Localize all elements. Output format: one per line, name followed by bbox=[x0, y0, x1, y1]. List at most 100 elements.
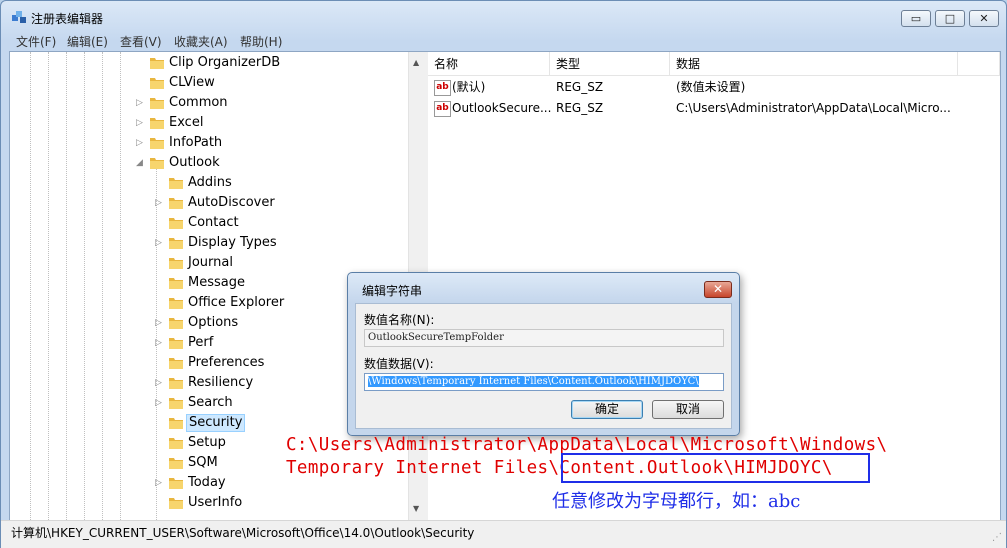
tree-node-label: Excel bbox=[169, 115, 204, 130]
tree-node-label: Addins bbox=[188, 175, 232, 190]
cancel-button[interactable]: 取消 bbox=[652, 400, 724, 419]
folder-icon bbox=[169, 278, 183, 289]
folder-icon bbox=[150, 118, 164, 129]
tree-node-label: Perf bbox=[188, 335, 214, 350]
tree-node-contact[interactable]: Contact bbox=[10, 213, 406, 233]
status-key-path: 计算机\HKEY_CURRENT_USER\Software\Microsoft… bbox=[11, 526, 475, 540]
table-row[interactable]: ab (默认) REG_SZ (数值未设置) bbox=[428, 77, 1000, 98]
folder-icon bbox=[169, 418, 183, 429]
tree-node-label: Office Explorer bbox=[188, 295, 285, 310]
folder-icon bbox=[150, 58, 164, 69]
value-type: REG_SZ bbox=[556, 101, 604, 115]
annotation-path-line1: C:\Users\Administrator\AppData\Local\Mic… bbox=[286, 435, 888, 455]
folder-icon bbox=[169, 498, 183, 509]
expand-arrow-icon[interactable]: ▷ bbox=[155, 193, 164, 213]
folder-icon bbox=[169, 458, 183, 469]
menu-file[interactable]: 文件(F) bbox=[16, 33, 56, 50]
dialog-body: 数值名称(N): OutlookSecureTempFolder 数值数据(V)… bbox=[355, 303, 732, 429]
value-name-field: OutlookSecureTempFolder bbox=[364, 329, 724, 347]
tree-node-label: Display Types bbox=[188, 235, 277, 250]
tree-node-label: Outlook bbox=[169, 155, 220, 170]
minimize-button[interactable]: ▭ bbox=[901, 10, 931, 27]
folder-icon bbox=[169, 478, 183, 489]
value-data-input[interactable]: \Windows\Temporary Internet Files\Conten… bbox=[364, 373, 724, 391]
value-name: (默认) bbox=[452, 80, 486, 94]
tree-node-outlook[interactable]: ◢ Outlook bbox=[10, 153, 406, 173]
folder-icon bbox=[150, 158, 164, 169]
column-header-name[interactable]: 名称 bbox=[428, 52, 550, 76]
tree-node-label: SQM bbox=[188, 455, 218, 470]
value-data-label: 数值数据(V): bbox=[364, 357, 434, 371]
tree-node-label: Clip OrganizerDB bbox=[169, 55, 281, 70]
resize-grip-icon[interactable]: ⋰ bbox=[992, 527, 1002, 548]
expand-arrow-icon[interactable]: ▷ bbox=[136, 133, 145, 153]
menu-view[interactable]: 查看(V) bbox=[120, 33, 162, 50]
expand-arrow-icon[interactable]: ▷ bbox=[136, 93, 145, 113]
regedit-app-icon bbox=[12, 11, 26, 23]
value-data: (数值未设置) bbox=[676, 80, 746, 94]
collapse-arrow-icon[interactable]: ◢ bbox=[136, 153, 145, 173]
tree-node-label: Setup bbox=[188, 435, 226, 450]
tree-node-clview[interactable]: CLView bbox=[10, 73, 406, 93]
maximize-button[interactable]: □ bbox=[935, 10, 965, 27]
value-type: REG_SZ bbox=[556, 80, 604, 94]
tree-node-label: Resiliency bbox=[188, 375, 254, 390]
menu-favorites[interactable]: 收藏夹(A) bbox=[174, 33, 228, 50]
tree-node-label: Journal bbox=[188, 255, 233, 270]
tree-node-clip-organizerdb[interactable]: Clip OrganizerDB bbox=[10, 53, 406, 73]
tree-node-infopath[interactable]: ▷ InfoPath bbox=[10, 133, 406, 153]
window-title: 注册表编辑器 bbox=[31, 12, 104, 26]
folder-icon bbox=[150, 78, 164, 89]
tree-node-label: Preferences bbox=[188, 355, 265, 370]
value-data-selected-text: \Windows\Temporary Internet Files\Conten… bbox=[368, 376, 699, 387]
column-header-filler bbox=[958, 52, 1000, 76]
menu-bar: 文件(F) 编辑(E) 查看(V) 收藏夹(A) 帮助(H) bbox=[1, 31, 1006, 51]
folder-icon bbox=[169, 198, 183, 209]
folder-icon bbox=[150, 138, 164, 149]
edit-string-dialog: 编辑字符串 ✕ 数值名称(N): OutlookSecureTempFolder… bbox=[347, 272, 740, 436]
expand-arrow-icon[interactable]: ▷ bbox=[155, 373, 164, 393]
column-header-type[interactable]: 类型 bbox=[550, 52, 670, 76]
value-name-label: 数值名称(N): bbox=[364, 313, 435, 327]
folder-icon bbox=[169, 338, 183, 349]
folder-icon bbox=[169, 318, 183, 329]
tree-node-label: AutoDiscover bbox=[188, 195, 275, 210]
string-value-icon: ab bbox=[434, 80, 451, 96]
expand-arrow-icon[interactable]: ▷ bbox=[155, 333, 164, 353]
folder-icon bbox=[169, 358, 183, 369]
expand-arrow-icon[interactable]: ▷ bbox=[155, 313, 164, 333]
tree-node-label: Today bbox=[188, 475, 226, 490]
table-row[interactable]: ab OutlookSecure... REG_SZ C:\Users\Admi… bbox=[428, 98, 1000, 119]
folder-icon bbox=[150, 98, 164, 109]
folder-icon bbox=[169, 178, 183, 189]
tree-node-autodiscover[interactable]: ▷ AutoDiscover bbox=[10, 193, 406, 213]
column-header-data[interactable]: 数据 bbox=[670, 52, 958, 76]
tree-node-common[interactable]: ▷ Common bbox=[10, 93, 406, 113]
expand-arrow-icon[interactable]: ▷ bbox=[155, 393, 164, 413]
scroll-down-icon[interactable]: ▼ bbox=[413, 504, 419, 513]
menu-help[interactable]: 帮助(H) bbox=[240, 33, 282, 50]
close-button[interactable]: ✕ bbox=[969, 10, 999, 27]
folder-icon bbox=[169, 378, 183, 389]
tree-node-excel[interactable]: ▷ Excel bbox=[10, 113, 406, 133]
dialog-title: 编辑字符串 bbox=[362, 284, 423, 298]
ok-button[interactable]: 确定 bbox=[571, 400, 643, 419]
title-bar[interactable]: 注册表编辑器 ▭ □ ✕ bbox=[1, 1, 1006, 33]
folder-icon bbox=[169, 438, 183, 449]
string-value-icon: ab bbox=[434, 101, 451, 117]
annotation-highlight-box bbox=[561, 453, 870, 483]
dialog-close-button[interactable]: ✕ bbox=[704, 281, 732, 298]
tree-node-journal[interactable]: Journal bbox=[10, 253, 406, 273]
tree-node-display-types[interactable]: ▷ Display Types bbox=[10, 233, 406, 253]
expand-arrow-icon[interactable]: ▷ bbox=[155, 473, 164, 493]
tree-node-label: UserInfo bbox=[188, 495, 243, 510]
tree-node-addins[interactable]: Addins bbox=[10, 173, 406, 193]
tree-node-userinfo[interactable]: UserInfo bbox=[10, 493, 406, 513]
value-data: C:\Users\Administrator\AppData\Local\Mic… bbox=[676, 101, 951, 115]
folder-icon bbox=[169, 218, 183, 229]
menu-edit[interactable]: 编辑(E) bbox=[67, 33, 108, 50]
expand-arrow-icon[interactable]: ▷ bbox=[155, 233, 164, 253]
expand-arrow-icon[interactable]: ▷ bbox=[136, 113, 145, 133]
scroll-up-icon[interactable]: ▲ bbox=[413, 58, 419, 67]
tree-node-label: Message bbox=[188, 275, 245, 290]
